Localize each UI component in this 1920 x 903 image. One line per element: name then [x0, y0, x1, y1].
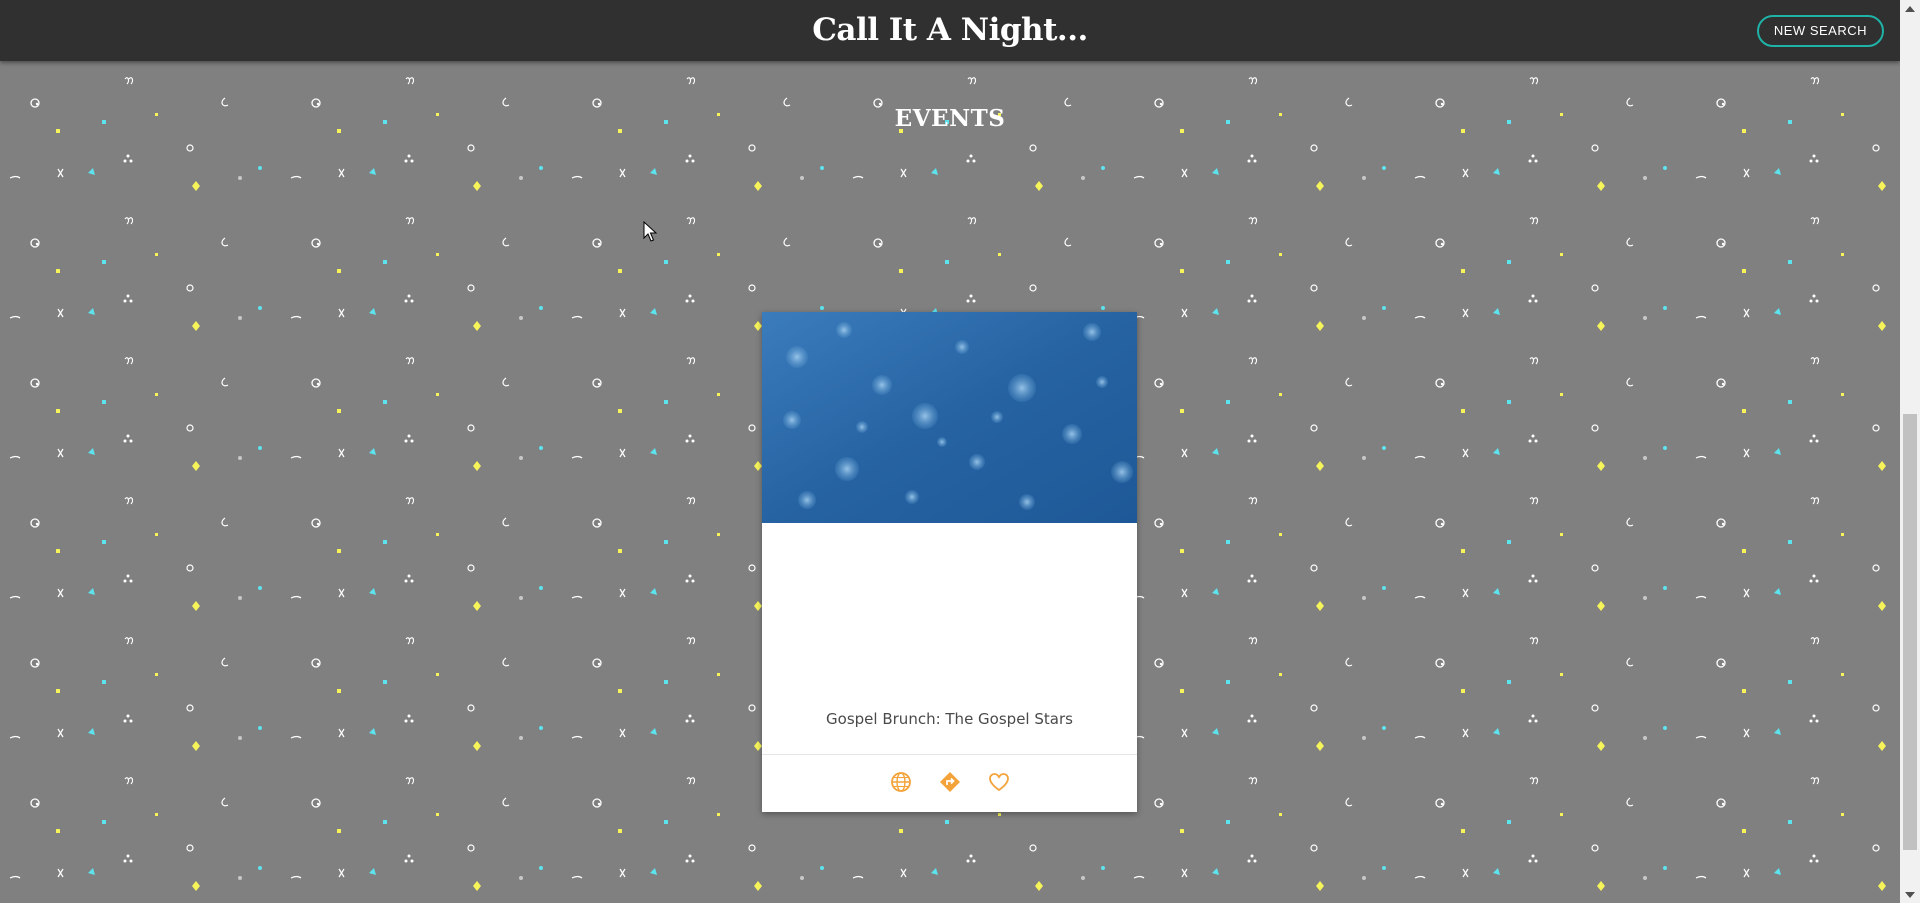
event-title[interactable]: Gospel Brunch: The Gospel Stars	[762, 710, 1137, 728]
scroll-up-arrow-icon[interactable]	[1900, 0, 1920, 17]
scrollbar-thumb[interactable]	[1903, 414, 1917, 850]
heart-icon[interactable]	[987, 770, 1010, 793]
events-heading: EVENTS	[894, 105, 1006, 132]
card-actions	[762, 770, 1137, 793]
event-card[interactable]: Gospel Brunch: The Gospel Stars	[762, 312, 1137, 812]
scroll-down-arrow-icon[interactable]	[1900, 886, 1920, 903]
vertical-scrollbar[interactable]	[1900, 0, 1920, 903]
directions-icon[interactable]	[938, 770, 961, 793]
card-divider	[762, 754, 1137, 755]
new-search-button[interactable]: NEW SEARCH	[1756, 15, 1884, 47]
top-navigation-bar: Call It A Night... NEW SEARCH	[0, 0, 1900, 61]
globe-icon[interactable]	[889, 770, 912, 793]
event-image	[762, 312, 1137, 523]
site-title: Call It A Night...	[812, 12, 1088, 48]
